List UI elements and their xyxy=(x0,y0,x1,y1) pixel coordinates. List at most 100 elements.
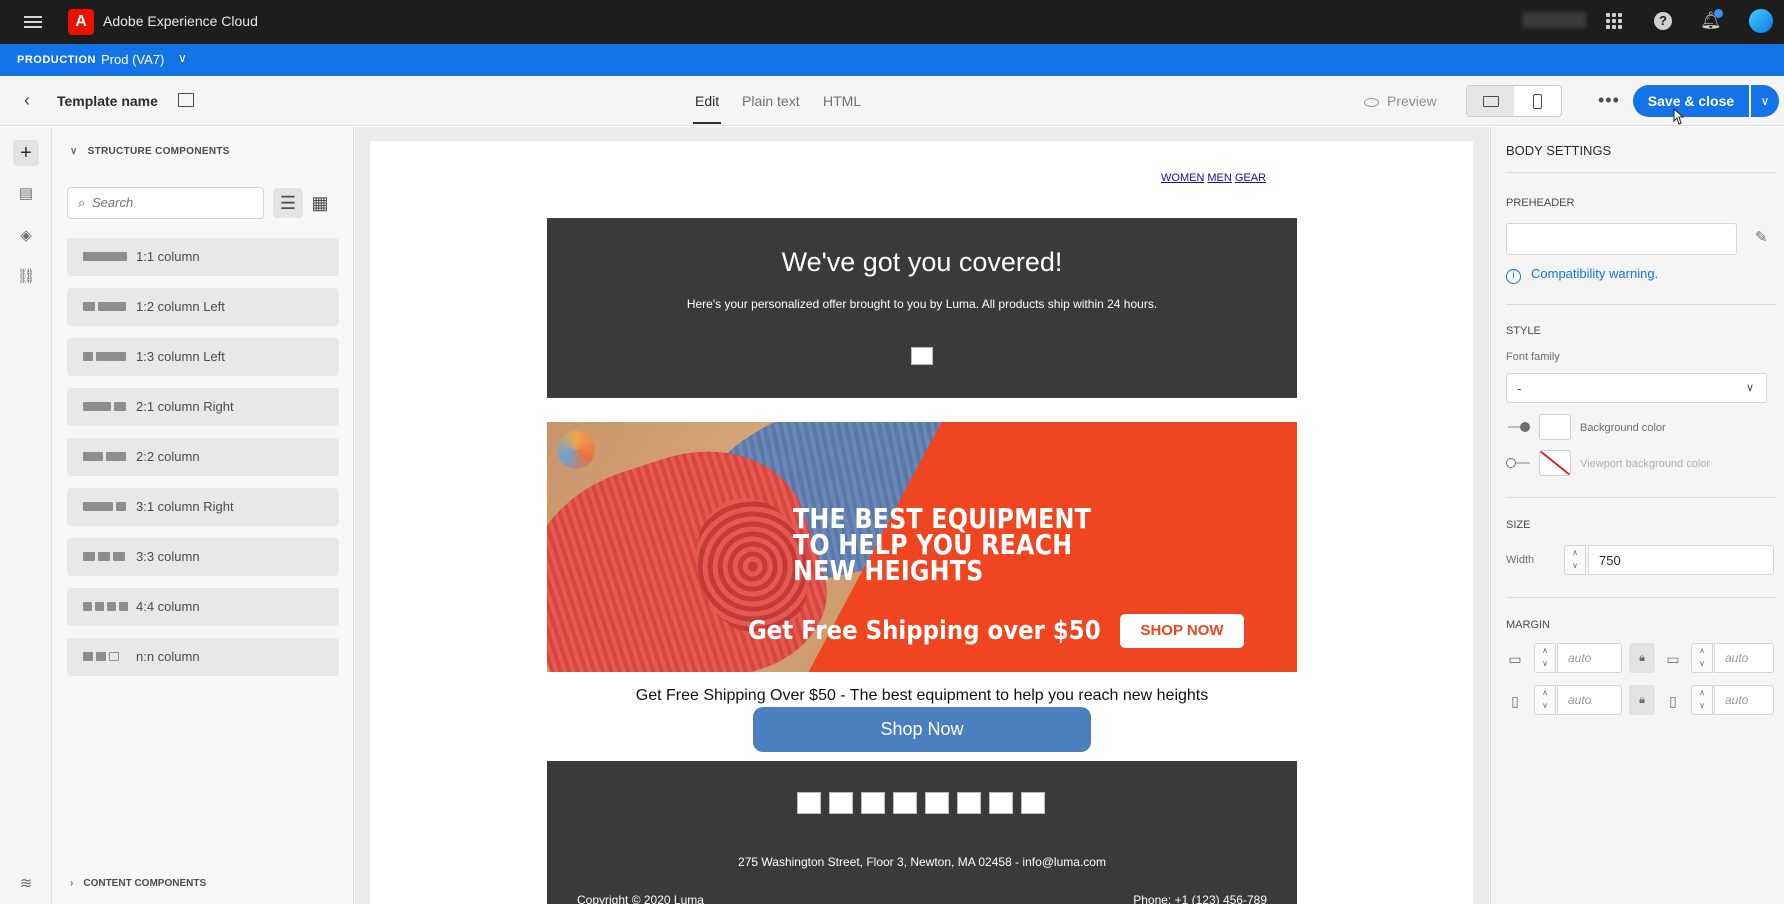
margin-left-stepper[interactable]: ∧ ∨ xyxy=(1534,685,1556,715)
viewport-bg-swatch[interactable] xyxy=(1539,450,1571,476)
tab-html[interactable]: HTML xyxy=(823,93,861,109)
background-color-toggle[interactable] xyxy=(1506,421,1532,433)
banner-image[interactable]: THE BEST EQUIPMENT TO HELP YOU REACH NEW… xyxy=(547,422,1297,672)
email-body[interactable]: WOMEN MEN GEAR We've got you covered! Here… xyxy=(370,141,1473,907)
component-1-1-column[interactable]: 1:1 column xyxy=(67,238,339,276)
pencil-icon[interactable]: ✎ xyxy=(1755,228,1768,246)
phone-icon xyxy=(1533,93,1542,109)
email-nav: WOMEN MEN GEAR xyxy=(1161,172,1269,184)
compatibility-warning[interactable]: i Compatibility warning. xyxy=(1506,266,1658,284)
margin-top-input[interactable]: auto xyxy=(1557,643,1622,673)
footer-phone: Phone: +1 (123) 456-789 xyxy=(1133,893,1267,907)
search-input[interactable] xyxy=(92,195,252,210)
margin-left-input[interactable]: auto xyxy=(1557,685,1622,715)
tab-plain-text[interactable]: Plain text xyxy=(742,93,800,109)
margin-right-input[interactable]: auto xyxy=(1714,685,1774,715)
toggle-knob xyxy=(1506,458,1516,468)
app-title[interactable]: Adobe Experience Cloud xyxy=(103,13,258,29)
edit-properties-icon[interactable] xyxy=(178,93,194,107)
mobile-view-button[interactable] xyxy=(1514,86,1561,116)
hero-title: We've got you covered! xyxy=(781,247,1063,277)
footer-address: 275 Washington Street, Floor 3, Newton, … xyxy=(738,855,1106,869)
save-dropdown-button[interactable]: ∨ xyxy=(1751,85,1779,117)
eye-icon xyxy=(1364,97,1379,107)
social-icon[interactable] xyxy=(925,792,949,814)
search-field[interactable]: ⌕ xyxy=(67,187,264,219)
component-3-3-column[interactable]: 3:3 column xyxy=(67,538,339,576)
template-name[interactable]: Template name xyxy=(57,93,158,109)
margin-top-stepper[interactable]: ∧ ∨ xyxy=(1534,643,1556,673)
desktop-view-button[interactable] xyxy=(1467,86,1514,116)
add-icon[interactable]: + xyxy=(13,140,39,166)
social-icon[interactable] xyxy=(989,792,1013,814)
size-label: SIZE xyxy=(1506,519,1531,531)
component-n-n-column[interactable]: n:n column xyxy=(67,638,339,676)
structure-components-header[interactable]: ∨ STRUCTURE COMPONENTS xyxy=(70,146,230,157)
font-family-select[interactable]: - ∨ xyxy=(1506,373,1767,403)
email-canvas: WOMEN MEN GEAR We've got you covered! Here… xyxy=(355,127,1489,907)
tab-edit[interactable]: Edit xyxy=(695,93,719,109)
background-color-swatch[interactable] xyxy=(1539,414,1571,440)
grid-view-button[interactable]: ▦ xyxy=(305,188,335,218)
settings-layers-icon[interactable]: ≋ xyxy=(13,871,39,897)
more-options-icon[interactable]: ••• xyxy=(1598,90,1620,111)
component-3-1-column-right[interactable]: 3:1 column Right xyxy=(67,488,339,526)
nav-link-men[interactable]: MEN xyxy=(1207,172,1231,184)
margin-bottom-stepper[interactable]: ∧ ∨ xyxy=(1691,643,1713,673)
preview-button[interactable]: Preview xyxy=(1364,93,1437,109)
active-tab-indicator xyxy=(693,122,721,124)
email-footer[interactable]: 275 Washington Street, Floor 3, Newton, … xyxy=(547,761,1297,907)
search-icon: ⌕ xyxy=(78,195,86,210)
toggle-knob xyxy=(1520,422,1530,432)
social-icon[interactable] xyxy=(1021,792,1045,814)
back-arrow-icon[interactable]: ‹ xyxy=(24,90,30,111)
width-input[interactable]: 750 xyxy=(1588,545,1774,575)
social-icon[interactable] xyxy=(957,792,981,814)
component-label: 3:3 column xyxy=(136,549,200,564)
env-name[interactable]: Prod (VA7) xyxy=(101,52,164,67)
layers-icon[interactable]: ◈ xyxy=(13,223,39,249)
avatar[interactable] xyxy=(1749,9,1773,33)
hero-section[interactable]: We've got you covered! Here's your perso… xyxy=(547,218,1297,398)
component-2-1-column-right[interactable]: 2:1 column Right xyxy=(67,388,339,426)
social-icon[interactable] xyxy=(861,792,885,814)
adobe-logo[interactable]: A xyxy=(68,9,94,35)
components-panel: ∨ STRUCTURE COMPONENTS ⌕ ☰ ▦ 1:1 column 1… xyxy=(52,127,354,904)
margin-right-stepper[interactable]: ∧ ∨ xyxy=(1691,685,1713,715)
component-4-4-column[interactable]: 4:4 column xyxy=(67,588,339,626)
component-2-2-column[interactable]: 2:2 column xyxy=(67,438,339,476)
monitor-icon xyxy=(1482,95,1499,107)
layout-icon xyxy=(83,402,126,411)
org-switcher[interactable] xyxy=(1522,12,1586,28)
shop-now-button[interactable]: Shop Now xyxy=(753,707,1091,752)
content-components-header[interactable]: › CONTENT COMPONENTS xyxy=(70,878,206,889)
menu-icon[interactable] xyxy=(24,13,42,31)
width-stepper[interactable]: ∧ ∨ xyxy=(1564,545,1586,575)
link-icon[interactable]: ⛓︎ xyxy=(13,264,39,290)
assets-icon[interactable]: ▤ xyxy=(13,181,39,207)
save-close-button[interactable]: Save & close xyxy=(1633,85,1749,117)
social-icon[interactable] xyxy=(893,792,917,814)
environment-bar: PRODUCTION Prod (VA7) ∨ xyxy=(0,44,1784,76)
apps-grid-icon[interactable] xyxy=(1606,13,1622,29)
left-rail: + ▤ ◈ ⛓︎ ≋ xyxy=(0,127,52,904)
component-1-2-column-left[interactable]: 1:2 column Left xyxy=(67,288,339,326)
social-icon[interactable] xyxy=(797,792,821,814)
social-icon[interactable] xyxy=(829,792,853,814)
banner-caption[interactable]: Get Free Shipping Over $50 - The best eq… xyxy=(547,687,1297,705)
margin-right-icon: ▯ xyxy=(1669,693,1677,709)
component-label: n:n column xyxy=(136,649,200,664)
margin-bottom-input[interactable]: auto xyxy=(1714,643,1774,673)
nav-link-women[interactable]: WOMEN xyxy=(1161,172,1204,184)
component-1-3-column-left[interactable]: 1:3 column Left xyxy=(67,338,339,376)
chevron-down-icon: ∨ xyxy=(1745,382,1754,394)
preheader-input[interactable] xyxy=(1506,223,1737,255)
viewport-bg-toggle[interactable] xyxy=(1506,457,1532,469)
lock-icon[interactable]: 🔒︎ xyxy=(1629,685,1655,715)
help-icon[interactable]: ? xyxy=(1654,12,1672,30)
preview-label: Preview xyxy=(1387,93,1437,109)
lock-icon[interactable]: 🔒︎ xyxy=(1629,643,1655,673)
nav-link-gear[interactable]: GEAR xyxy=(1235,172,1266,184)
chevron-down-icon[interactable]: ∨ xyxy=(178,51,187,65)
list-view-button[interactable]: ☰ xyxy=(273,188,303,218)
